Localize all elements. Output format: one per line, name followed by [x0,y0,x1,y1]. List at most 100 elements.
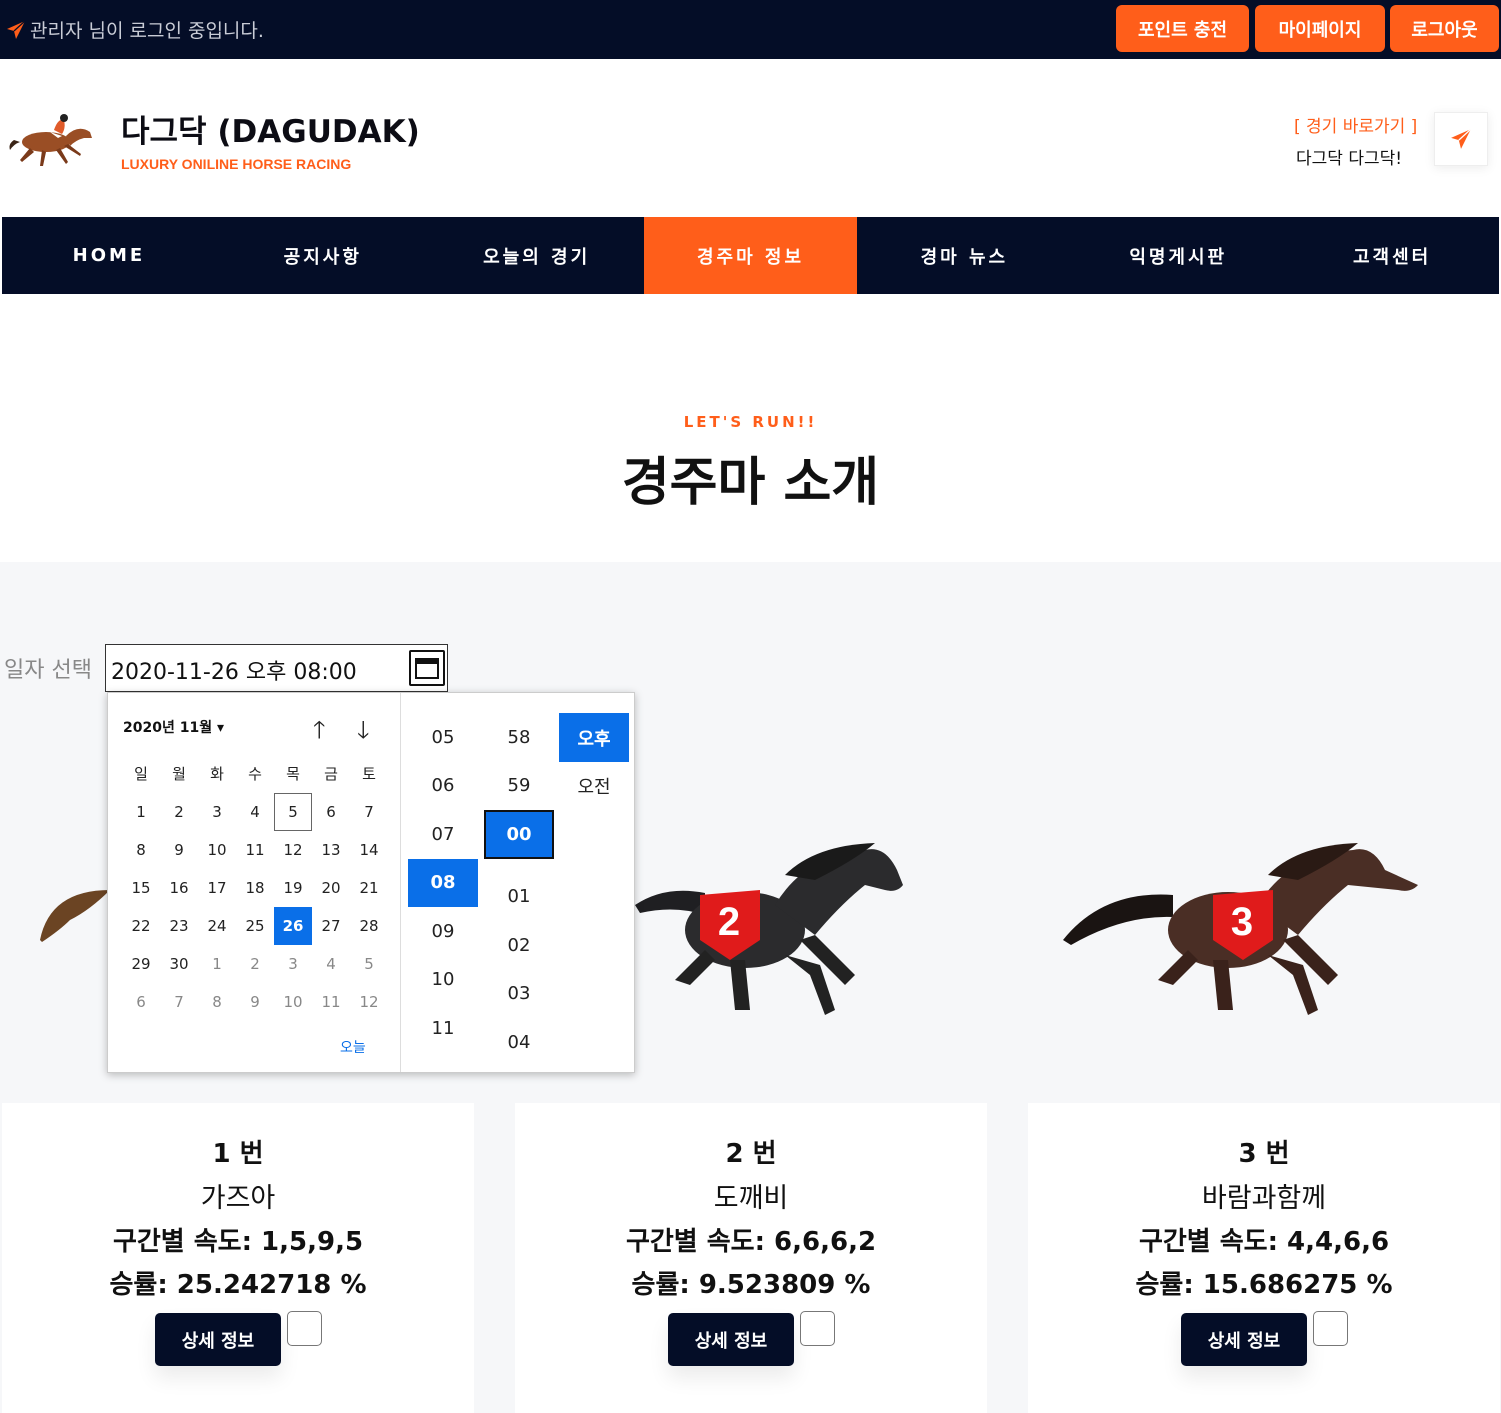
brand-title[interactable]: 다그닥 (DAGUDAK) [121,106,420,151]
nav-today-race[interactable]: 오늘의 경기 [430,217,644,294]
minute-option[interactable]: 58 [484,713,554,762]
calendar-day[interactable]: 16 [160,869,198,907]
hour-option-selected[interactable]: 08 [408,858,478,907]
calendar-day[interactable]: 3 [198,793,236,831]
mypage-button[interactable]: 마이페이지 [1255,5,1385,52]
logo-horse-icon[interactable] [6,110,96,170]
today-link[interactable]: 오늘 [340,1037,366,1057]
hour-option[interactable]: 11 [408,1004,478,1053]
nav-notice[interactable]: 공지사항 [216,217,430,294]
calendar-day[interactable]: 13 [312,831,350,869]
prev-month-arrow-icon[interactable]: 🡑 [313,713,325,754]
select-checkbox[interactable] [287,1311,322,1346]
calendar-day[interactable]: 6 [312,793,350,831]
calendar-day-next-month[interactable]: 1 [198,945,236,983]
top-bar: 관리자 님이 로그인 중입니다. 포인트 충전 마이페이지 로그아웃 [0,0,1501,59]
calendar-day-next-month[interactable]: 8 [198,983,236,1021]
horse-number: 1 번 [212,1139,264,1169]
calendar-day[interactable]: 20 [312,869,350,907]
calendar-day-next-month[interactable]: 12 [350,983,388,1021]
weekday-label: 목 [286,764,300,783]
horse-win-rate: 승률: 9.523809 % [631,1270,871,1300]
calendar-day-next-month[interactable]: 3 [274,945,312,983]
calendar-day-next-month[interactable]: 11 [312,983,350,1021]
calendar-icon[interactable] [409,650,445,686]
calendar-day[interactable]: 21 [350,869,388,907]
calendar-day[interactable]: 7 [350,793,388,831]
calendar-day-next-month[interactable]: 5 [350,945,388,983]
calendar-day[interactable]: 27 [312,907,350,945]
datetime-input[interactable]: 2020-11-26 오후 08:00 [105,644,448,692]
detail-info-button[interactable]: 상세 정보 [668,1313,794,1366]
month-year-selector[interactable]: 2020년 11월 ▾ [123,717,224,737]
hour-option[interactable]: 06 [408,762,478,811]
hour-option[interactable]: 10 [408,956,478,1005]
calendar-day-today[interactable]: 5 [274,793,312,831]
calendar-day[interactable]: 30 [160,945,198,983]
calendar-day-next-month[interactable]: 10 [274,983,312,1021]
horse-card-2: 2 번 도깨비 구간별 속도: 6,6,6,2 승률: 9.523809 % 상… [515,1103,987,1413]
quick-race-button[interactable] [1434,112,1488,166]
calendar-day[interactable]: 24 [198,907,236,945]
hour-option[interactable]: 07 [408,810,478,859]
am-option[interactable]: 오전 [559,761,629,810]
nav-home[interactable]: HOME [2,217,216,294]
minute-option[interactable]: 03 [484,970,554,1019]
calendar-day[interactable]: 4 [236,793,274,831]
minute-option[interactable]: 59 [484,762,554,811]
calendar-day[interactable]: 10 [198,831,236,869]
calendar-day[interactable]: 22 [122,907,160,945]
minute-option-selected[interactable]: 00 [484,810,554,859]
calendar-day[interactable]: 19 [274,869,312,907]
weekday-label: 토 [362,764,376,783]
horse-speed: 구간별 속도: 1,5,9,5 [112,1227,364,1257]
calendar-day[interactable]: 29 [122,945,160,983]
point-charge-button[interactable]: 포인트 충전 [1116,5,1249,52]
select-checkbox[interactable] [1313,1311,1348,1346]
minute-option[interactable]: 02 [484,921,554,970]
nav-customer-center[interactable]: 고객센터 [1285,217,1499,294]
weekday-label: 일 [134,764,148,783]
horse-card-1: 1 번 가즈아 구간별 속도: 1,5,9,5 승률: 25.242718 % … [2,1103,474,1413]
weekday-label: 금 [324,764,338,783]
next-month-arrow-icon[interactable]: 🡓 [357,713,369,754]
calendar-day[interactable]: 2 [160,793,198,831]
calendar-day[interactable]: 12 [274,831,312,869]
weekday-label: 화 [210,764,224,783]
detail-info-button[interactable]: 상세 정보 [155,1313,281,1366]
detail-info-button[interactable]: 상세 정보 [1181,1313,1307,1366]
calendar-day[interactable]: 9 [160,831,198,869]
calendar-day-next-month[interactable]: 7 [160,983,198,1021]
calendar-week: 15 16 17 18 19 20 21 [122,869,388,907]
calendar-day[interactable]: 23 [160,907,198,945]
calendar-day-next-month[interactable]: 9 [236,983,274,1021]
nav-horse-info[interactable]: 경주마 정보 [643,217,858,294]
hour-option[interactable]: 09 [408,907,478,956]
calendar-day[interactable]: 1 [122,793,160,831]
calendar-day[interactable]: 8 [122,831,160,869]
select-checkbox[interactable] [800,1311,835,1346]
horse-win-rate: 승률: 25.242718 % [109,1270,367,1300]
calendar-day[interactable]: 14 [350,831,388,869]
calendar-day[interactable]: 17 [198,869,236,907]
logout-button[interactable]: 로그아웃 [1390,5,1499,52]
hour-option[interactable]: 05 [408,713,478,762]
pm-option-selected[interactable]: 오후 [559,713,629,762]
calendar-day[interactable]: 15 [122,869,160,907]
calendar-day-selected[interactable]: 26 [274,907,312,945]
nav-anonymous-board[interactable]: 익명게시판 [1071,217,1285,294]
calendar-day-next-month[interactable]: 2 [236,945,274,983]
horse-speed: 구간별 속도: 6,6,6,2 [625,1227,877,1257]
minute-option[interactable]: 04 [484,1018,554,1067]
calendar-day[interactable]: 28 [350,907,388,945]
calendar-day-next-month[interactable]: 4 [312,945,350,983]
nav-racing-news[interactable]: 경마 뉴스 [857,217,1071,294]
calendar-grid: 일 월 화 수 목 금 토 1 2 3 4 5 6 7 8 9 10 11 12… [122,755,388,1021]
calendar-day[interactable]: 11 [236,831,274,869]
section-kicker: LET'S RUN!! [683,413,818,431]
calendar-day-next-month[interactable]: 6 [122,983,160,1021]
brand-subtitle: LUXURY ONILINE HORSE RACING [121,156,352,172]
calendar-day[interactable]: 18 [236,869,274,907]
calendar-day[interactable]: 25 [236,907,274,945]
minute-option[interactable]: 01 [484,873,554,922]
